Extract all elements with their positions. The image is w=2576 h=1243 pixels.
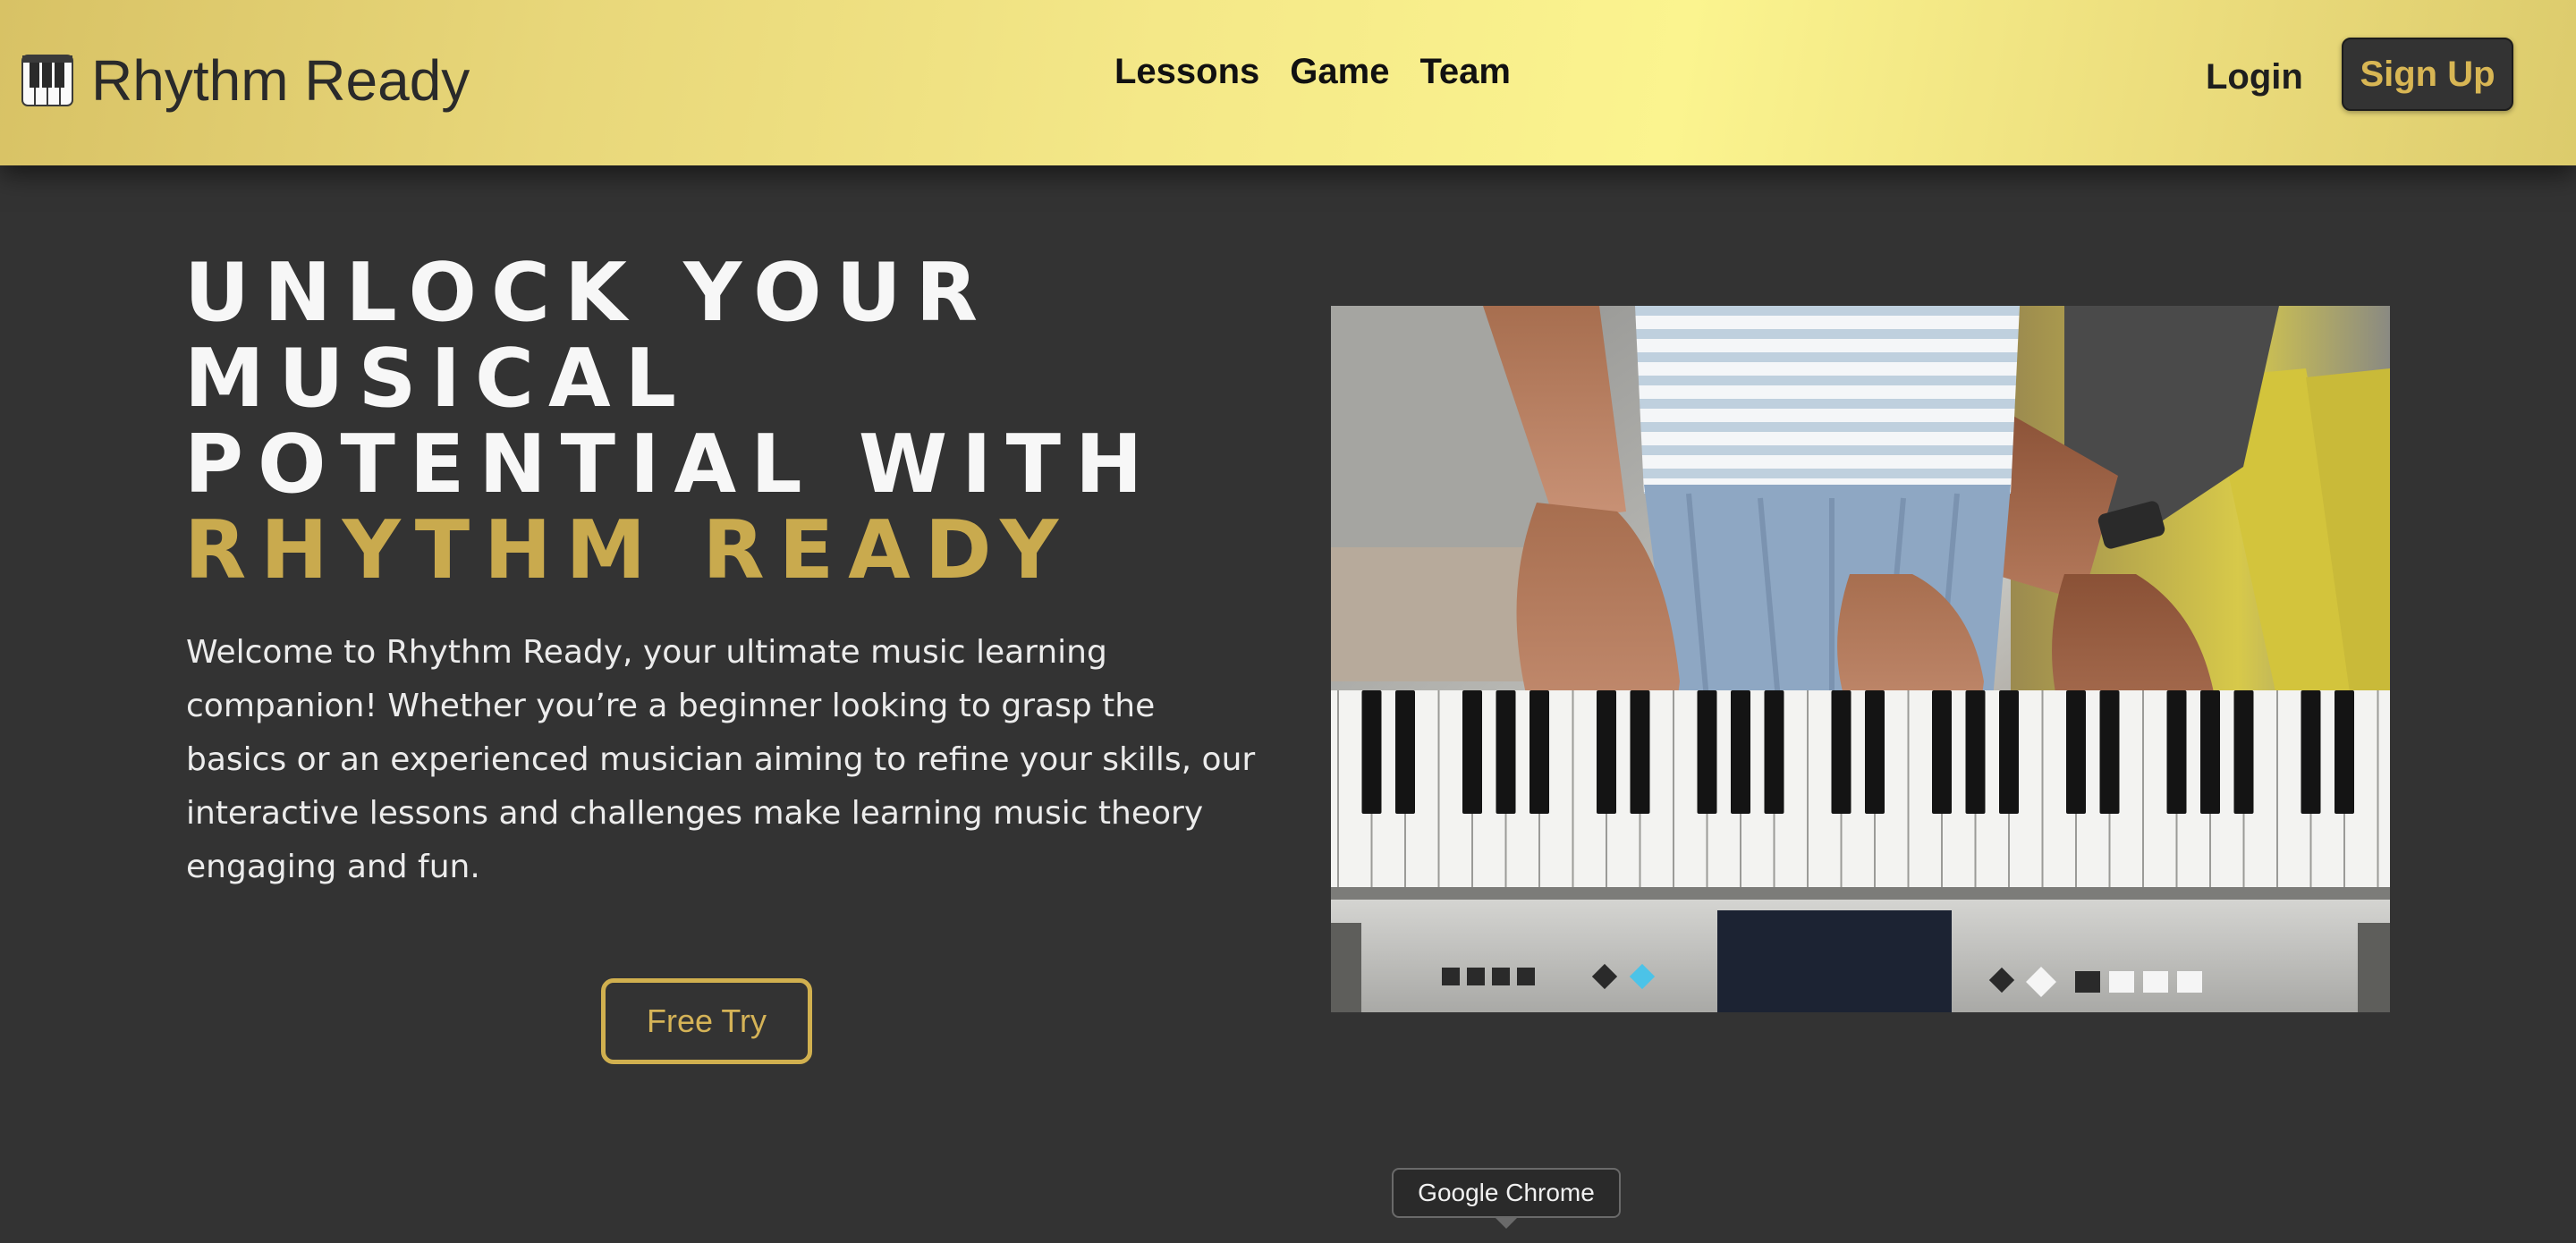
free-try-button[interactable]: Free Try	[601, 978, 812, 1064]
browser-tooltip: Google Chrome	[1392, 1168, 1621, 1229]
hero-piano-photo	[1331, 306, 2390, 1012]
brand-logo[interactable]: Rhythm Ready	[21, 45, 470, 116]
nav-link-team[interactable]: Team	[1419, 52, 1511, 92]
hero-title-line: UNLOCK YOUR	[184, 246, 993, 340]
nav-link-lessons[interactable]: Lessons	[1114, 52, 1259, 92]
hero-title-accent: RHYTHM READY	[184, 503, 1073, 597]
hero-title: UNLOCK YOUR MUSICAL POTENTIAL WITH RHYTH…	[184, 250, 1157, 594]
hands-playing-piano-keyboard-photo	[1331, 306, 2390, 1012]
hero-description: Welcome to Rhythm Ready, your ultimate m…	[186, 634, 1256, 885]
main-nav: Lessons Game Team	[1114, 52, 1511, 92]
piano-keys-icon	[21, 55, 73, 106]
navbar: Rhythm Ready Lessons Game Team Login Sig…	[0, 0, 2576, 165]
brand-name: Rhythm Ready	[91, 48, 470, 113]
nav-link-game[interactable]: Game	[1290, 52, 1389, 92]
signup-button[interactable]: Sign Up	[2342, 38, 2513, 111]
hero-title-line: POTENTIAL WITH	[184, 418, 1157, 512]
login-link[interactable]: Login	[2206, 57, 2303, 97]
hero-title-line: MUSICAL	[184, 332, 691, 426]
